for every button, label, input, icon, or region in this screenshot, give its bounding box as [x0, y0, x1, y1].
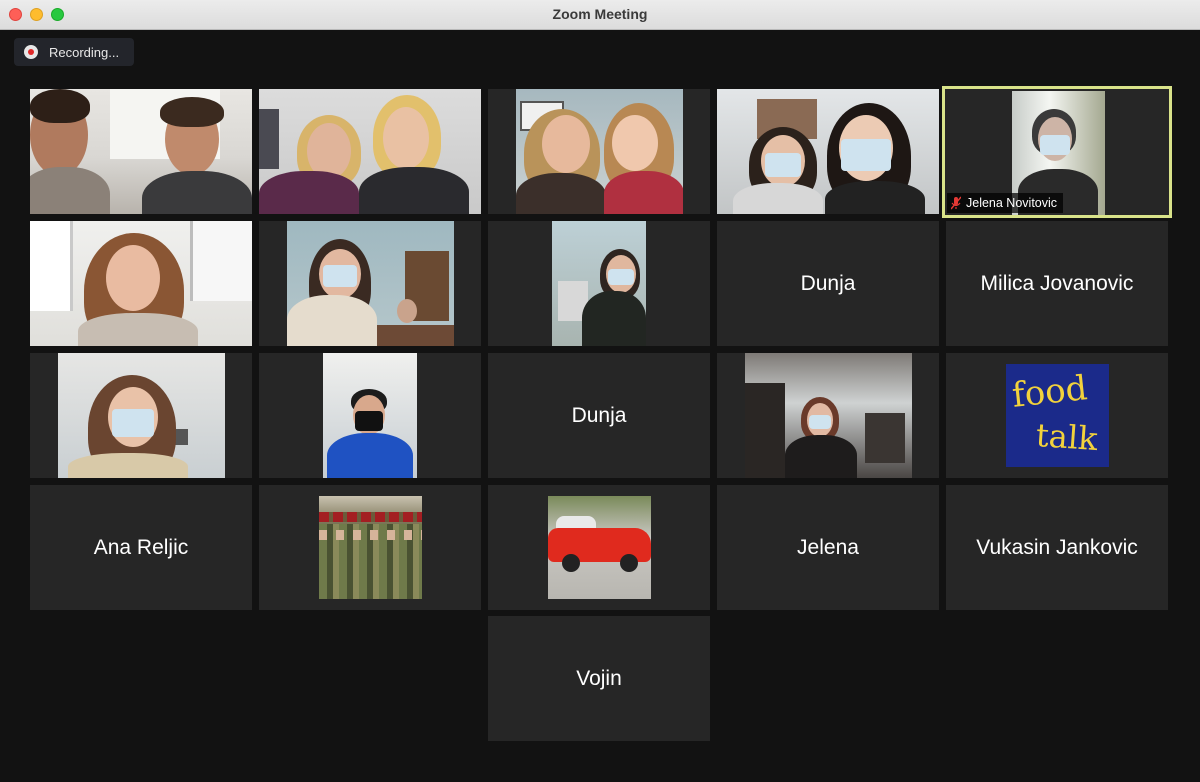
participant-name: Vukasin Jankovic	[976, 535, 1138, 559]
participant-tile-active-speaker[interactable]: Jelena Novitovic	[942, 86, 1172, 218]
participant-tile[interactable]	[488, 221, 710, 346]
participant-video	[745, 353, 912, 478]
participant-video	[717, 89, 939, 214]
logo-text-line1: food	[1010, 368, 1090, 416]
participant-tile[interactable]: Dunja	[488, 353, 710, 478]
participant-name: Milica Jovanovic	[980, 271, 1134, 295]
participant-video	[259, 89, 481, 214]
participant-tile[interactable]: Milica Jovanovic	[946, 221, 1168, 346]
participant-video	[58, 353, 225, 478]
participant-tile[interactable]	[30, 89, 252, 214]
participant-tile[interactable]: Vukasin Jankovic	[946, 485, 1168, 610]
participant-tile[interactable]: Jelena	[717, 485, 939, 610]
participant-name: Ana Reljic	[93, 535, 189, 559]
participant-tile[interactable]	[488, 89, 710, 214]
participant-video	[30, 221, 252, 346]
meeting-area: Recording... Jelena Novitovic Dunja Mili…	[0, 30, 1200, 782]
participant-tile[interactable]	[259, 89, 481, 214]
participant-tile[interactable]	[259, 485, 481, 610]
participant-tile[interactable]: Dunja	[717, 221, 939, 346]
participant-tile[interactable]: food talk	[946, 353, 1168, 478]
participant-tile[interactable]	[717, 89, 939, 214]
participant-name: Vojin	[576, 666, 622, 690]
participant-tile[interactable]	[488, 485, 710, 610]
participant-video	[323, 353, 417, 478]
red-car-photo	[548, 496, 651, 599]
window-titlebar: Zoom Meeting	[0, 0, 1200, 30]
participant-video	[287, 221, 454, 346]
recording-indicator[interactable]: Recording...	[14, 38, 134, 66]
participant-video	[552, 221, 646, 346]
food-talk-logo: food talk	[1006, 364, 1109, 467]
participant-tile[interactable]	[30, 353, 252, 478]
logo-text-line2: talk	[1034, 415, 1099, 459]
participant-tile[interactable]	[30, 221, 252, 346]
participant-name: Jelena Novitovic	[966, 196, 1058, 210]
participant-tile[interactable]: Ana Reljic	[30, 485, 252, 610]
participant-tile[interactable]: Vojin	[488, 616, 710, 741]
participant-tile[interactable]	[717, 353, 939, 478]
participant-name-tag: Jelena Novitovic	[947, 193, 1064, 213]
record-icon	[24, 45, 38, 59]
participant-name: Jelena	[797, 535, 859, 559]
muted-mic-icon	[950, 196, 962, 210]
soldiers-photo	[319, 496, 422, 599]
window-title: Zoom Meeting	[552, 6, 648, 22]
recording-label: Recording...	[49, 44, 120, 60]
participant-video	[30, 89, 252, 214]
participant-tile[interactable]	[259, 221, 481, 346]
participant-tile[interactable]	[259, 353, 481, 478]
participant-video	[516, 89, 683, 214]
participant-name: Dunja	[571, 403, 627, 427]
participant-name: Dunja	[800, 271, 856, 295]
